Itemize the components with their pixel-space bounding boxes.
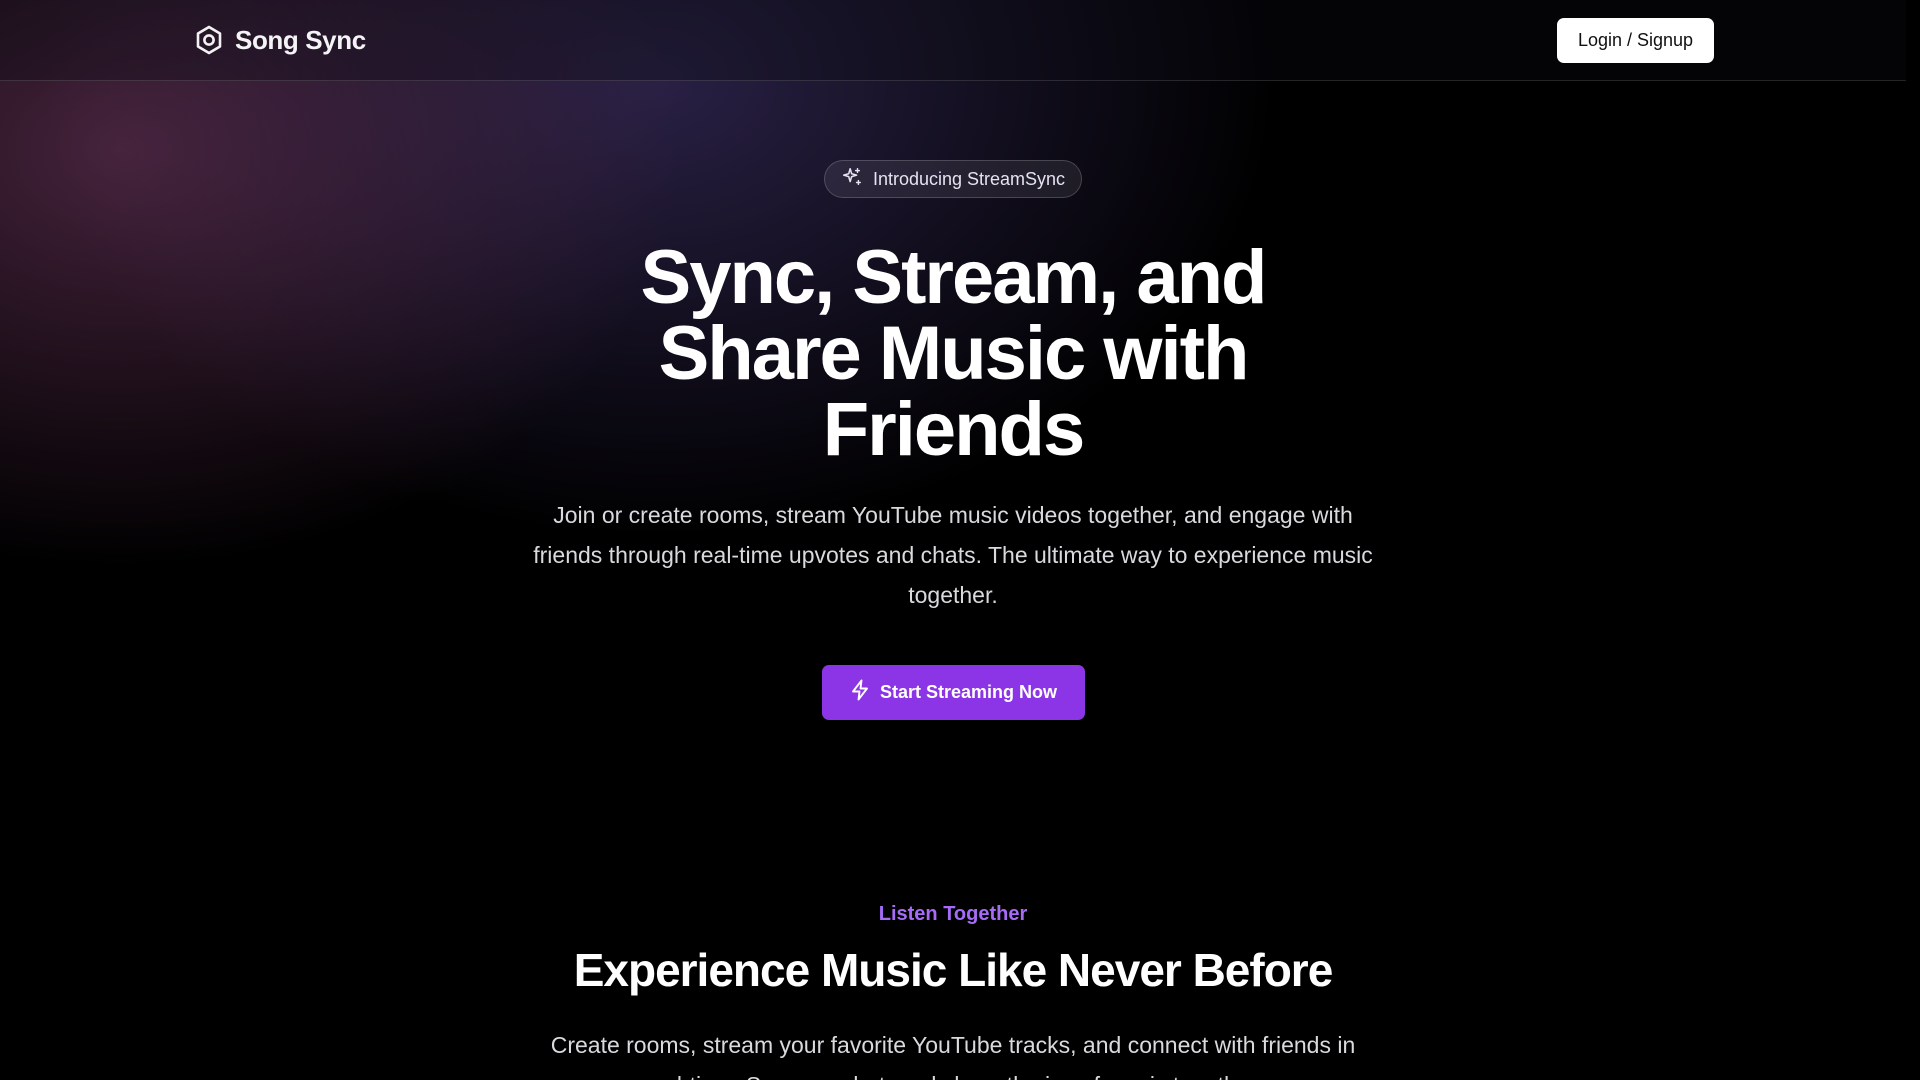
intro-badge[interactable]: Introducing StreamSync	[824, 160, 1082, 198]
hero-subtitle: Join or create rooms, stream YouTube mus…	[533, 502, 1373, 608]
lightning-bolt-icon	[850, 679, 870, 706]
section-eyebrow: Listen Together	[878, 903, 1028, 925]
hero-title: Sync, Stream, and Share Music with Frien…	[640, 235, 1268, 472]
site-header: Song Sync Login / Signup	[0, 0, 1906, 81]
section-subtitle: Create rooms, stream your favorite YouTu…	[550, 1032, 1356, 1080]
badge-label: Introducing StreamSync	[872, 168, 1066, 189]
brand-logo[interactable]: Song Sync	[195, 24, 366, 56]
hexagon-nut-icon	[195, 25, 223, 55]
sparkles-icon	[841, 166, 863, 193]
section-title: Experience Music Like Never Before	[573, 944, 1334, 996]
landing-page: Song Sync Login / Signup Introducing Str…	[0, 0, 1920, 1080]
start-streaming-button[interactable]: Start Streaming Now	[822, 665, 1085, 720]
login-signup-button[interactable]: Login / Signup	[1557, 18, 1714, 63]
cta-label: Start Streaming Now	[879, 682, 1058, 702]
brand-name: Song Sync	[235, 24, 366, 55]
